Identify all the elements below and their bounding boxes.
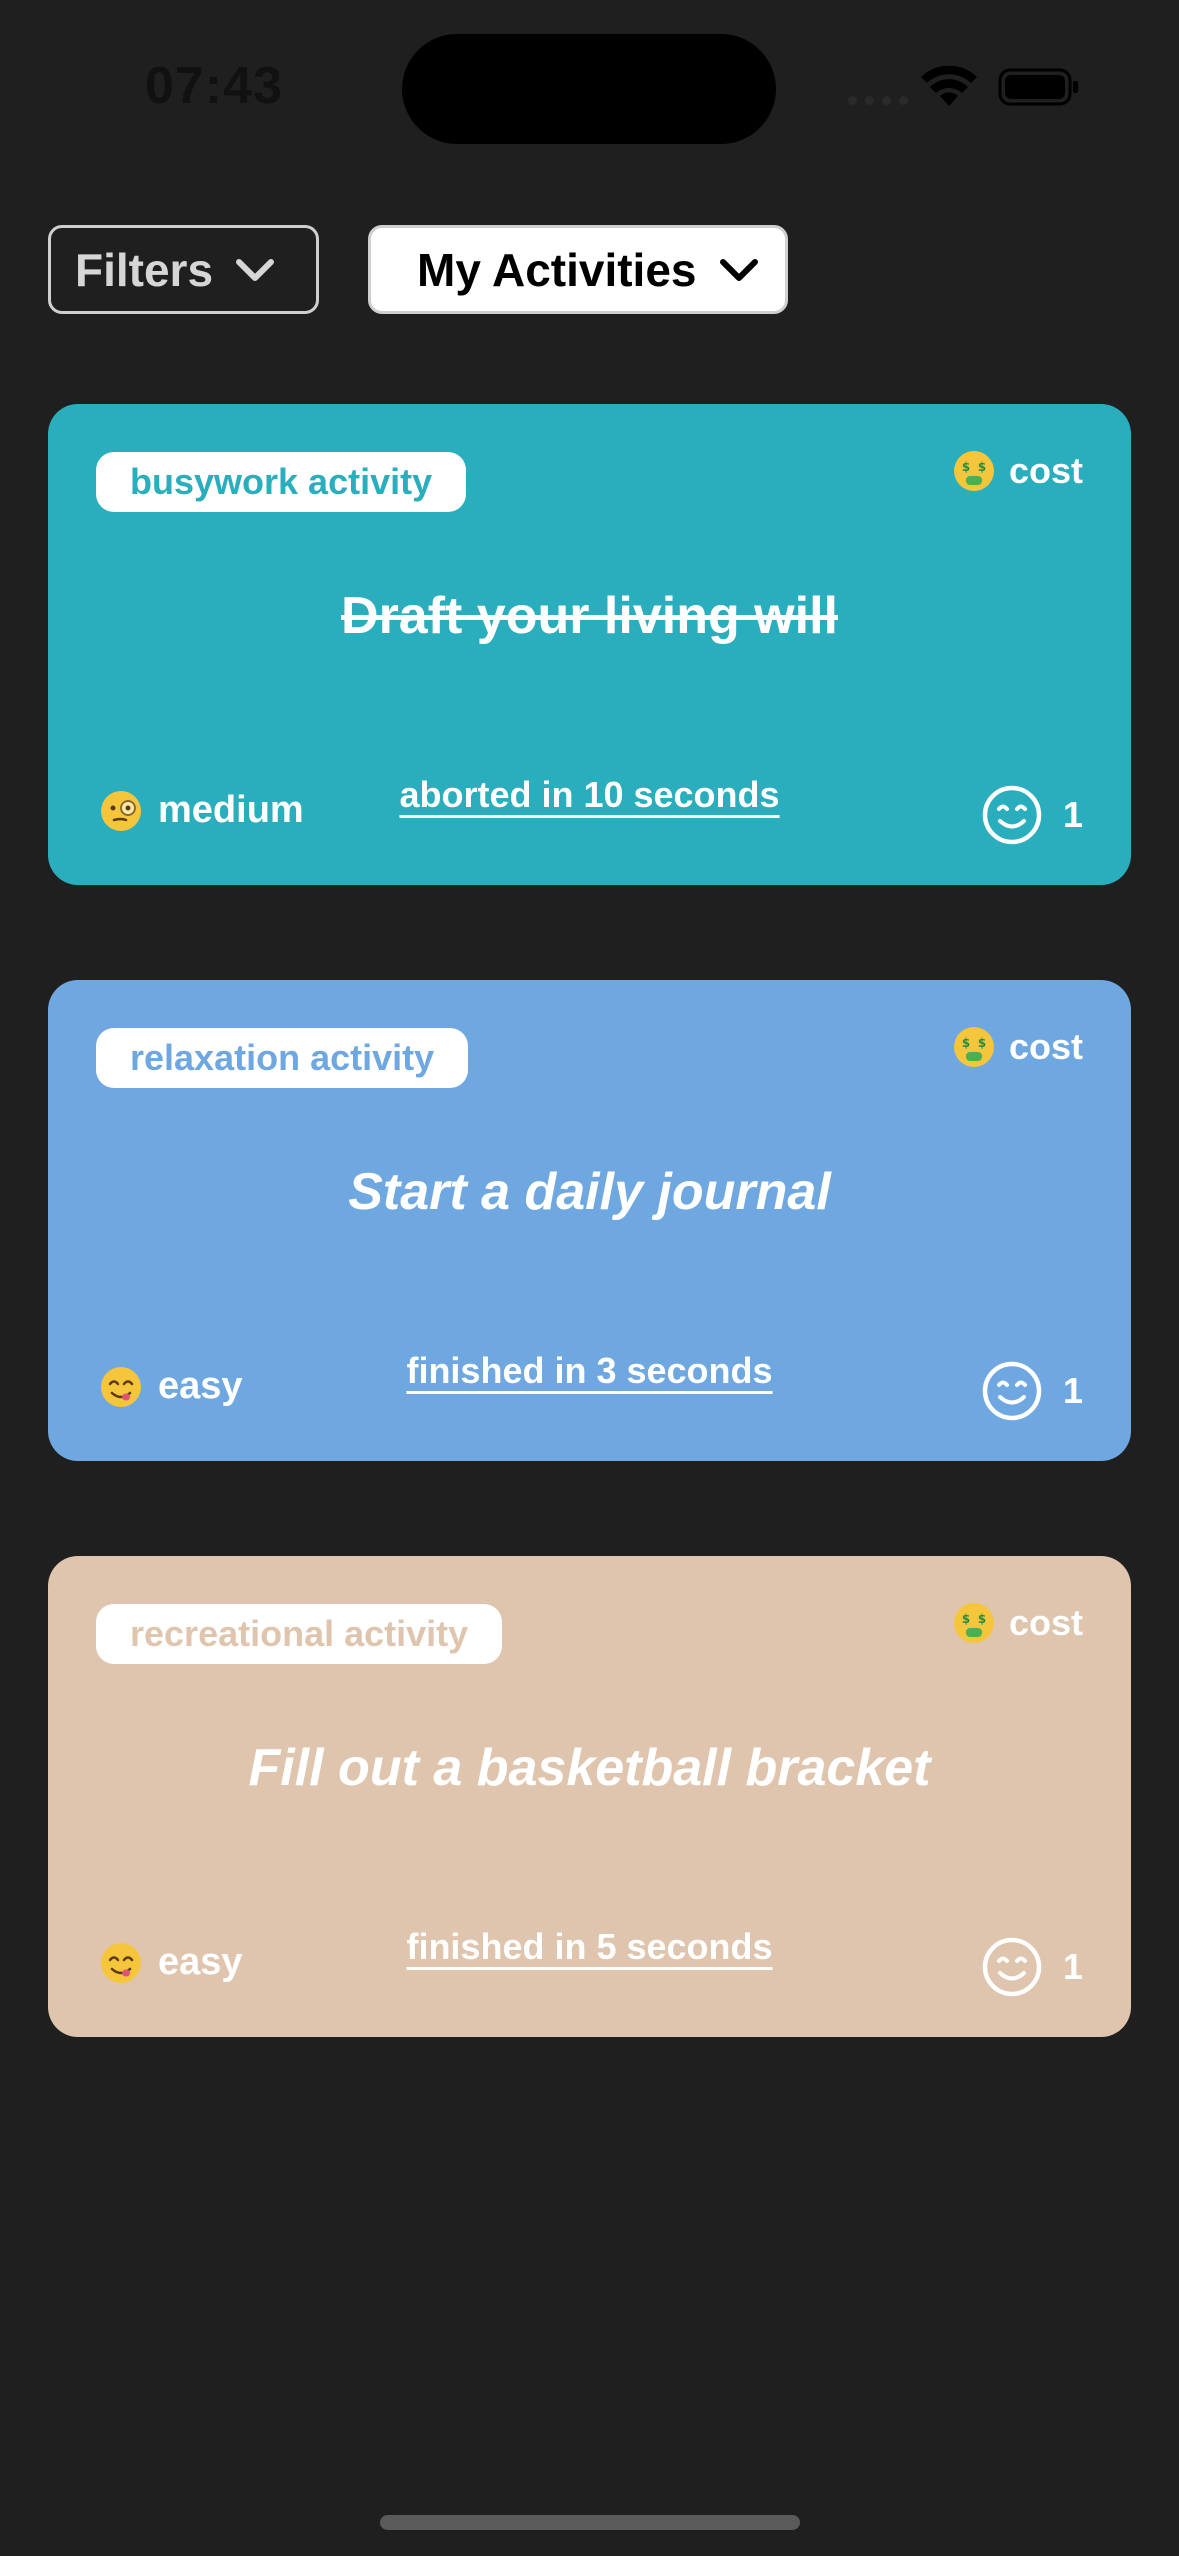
rating-indicator: 1	[981, 784, 1083, 846]
filters-button[interactable]: Filters	[48, 225, 319, 314]
activity-title: Draft your living will	[341, 587, 838, 645]
difficulty-indicator: easy	[100, 1365, 243, 1408]
battery-icon	[998, 68, 1078, 106]
difficulty-indicator: medium	[100, 789, 304, 832]
activity-card[interactable]: relaxation activity $ $ cost Start a dai…	[48, 980, 1131, 1461]
activity-status-text: aborted in 10 seconds	[399, 774, 780, 815]
cost-indicator: $ $ cost	[953, 450, 1083, 492]
monocle-face-icon	[101, 790, 141, 831]
my-activities-dropdown[interactable]: My Activities	[368, 225, 788, 314]
money-mouth-face-icon: $ $	[953, 1603, 994, 1643]
cost-indicator: $ $ cost	[953, 1026, 1083, 1068]
difficulty-label: easy	[158, 1941, 243, 1983]
svg-text:$: $	[962, 460, 970, 474]
activity-status-text: finished in 5 seconds	[406, 1926, 773, 1967]
cost-label: cost	[1008, 1602, 1083, 1643]
svg-text:$: $	[978, 1612, 986, 1626]
activity-title: Start a daily journal	[348, 1163, 831, 1221]
money-mouth-face-icon: $ $	[953, 451, 994, 491]
activity-type-badge: busywork activity	[96, 452, 467, 512]
my-activities-label: My Activities	[417, 243, 697, 296]
rating-indicator: 1	[981, 1936, 1083, 1998]
rating-count: 1	[1062, 1946, 1083, 1987]
activity-type-badge: relaxation activity	[96, 1028, 469, 1088]
activity-card[interactable]: recreational activity $ $ cost Fill out …	[48, 1556, 1131, 2037]
difficulty-label: medium	[158, 789, 304, 831]
rating-count: 1	[1062, 794, 1083, 835]
home-indicator[interactable]	[380, 2515, 800, 2530]
cost-label: cost	[1008, 1026, 1083, 1067]
cellular-icon	[848, 96, 908, 105]
rating-indicator: 1	[981, 1360, 1083, 1422]
smiling-face-icon	[982, 785, 1042, 845]
chevron-down-icon	[719, 258, 758, 281]
smiling-face-icon	[982, 1361, 1042, 1421]
filters-label: Filters	[75, 243, 214, 296]
rating-count: 1	[1062, 1370, 1083, 1411]
svg-text:$: $	[978, 460, 986, 474]
smiling-face-icon	[982, 1937, 1042, 1997]
svg-text:$: $	[978, 1036, 986, 1050]
difficulty-indicator: easy	[100, 1941, 243, 1984]
yum-face-icon	[101, 1942, 141, 1983]
activity-type-badge: recreational activity	[96, 1604, 503, 1664]
activity-card[interactable]: busywork activity $ $ cost Draft your li…	[48, 404, 1131, 885]
svg-text:$: $	[962, 1612, 970, 1626]
yum-face-icon	[101, 1366, 141, 1407]
money-mouth-face-icon: $ $	[953, 1027, 994, 1067]
activity-title: Fill out a basketball bracket	[248, 1739, 931, 1797]
svg-text:$: $	[962, 1036, 970, 1050]
cost-indicator: $ $ cost	[953, 1602, 1083, 1644]
cost-label: cost	[1008, 450, 1083, 491]
status-time: 07:43	[145, 57, 283, 115]
difficulty-label: easy	[158, 1365, 243, 1407]
dynamic-island	[402, 34, 776, 144]
wifi-icon	[921, 66, 977, 106]
activity-status-text: finished in 3 seconds	[406, 1350, 773, 1391]
chevron-down-icon	[236, 258, 275, 281]
